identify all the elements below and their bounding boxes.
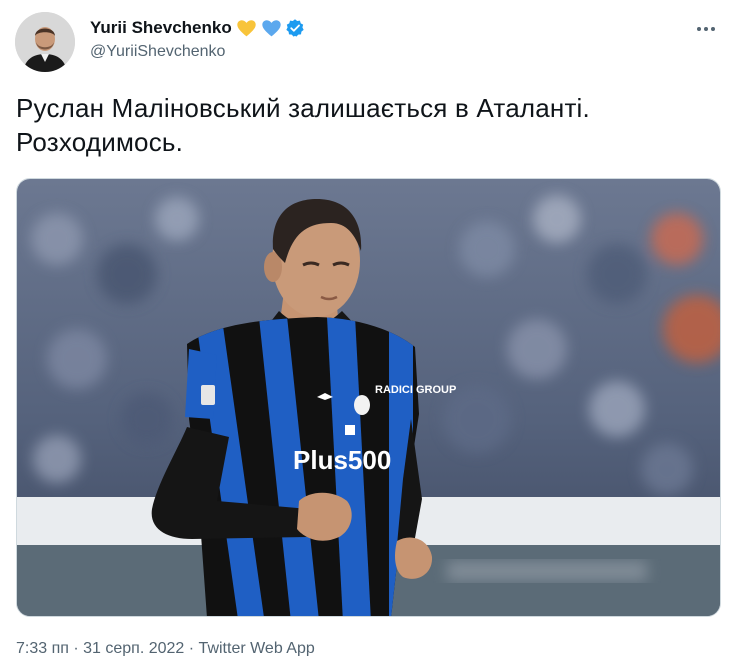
tweet: Yurii Shevchenko @YuriiShevchenko Руслан… — [0, 0, 742, 656]
tweet-header: Yurii Shevchenko @YuriiShevchenko — [15, 12, 726, 72]
avatar[interactable] — [15, 12, 75, 72]
tweet-text-line: Розходимось. — [16, 127, 184, 157]
yellow-heart-icon — [236, 18, 257, 39]
tweet-source[interactable]: Twitter Web App — [199, 640, 315, 656]
more-options-icon[interactable] — [692, 18, 720, 40]
tweet-time[interactable]: 7:33 пп — [16, 640, 69, 656]
verified-badge-icon[interactable] — [285, 18, 305, 38]
display-name-row: Yurii Shevchenko — [90, 15, 305, 41]
user-handle[interactable]: @YuriiShevchenko — [90, 43, 305, 61]
tweet-meta: 7:33 пп · 31 серп. 2022 · Twitter Web Ap… — [16, 640, 315, 656]
jersey-partner-text: RADICI GROUP — [375, 384, 456, 396]
tweet-text-line: Руслан Маліновський залишається в Аталан… — [16, 93, 590, 123]
tweet-photo[interactable]: Plus500 RADICI GROUP — [16, 178, 721, 617]
meta-separator: · — [68, 640, 84, 656]
display-name[interactable]: Yurii Shevchenko — [90, 18, 232, 38]
jersey-sponsor-text: Plus500 — [293, 445, 391, 475]
meta-separator: · — [184, 640, 199, 656]
tweet-text: Руслан Маліновський залишається в Аталан… — [16, 91, 716, 159]
blue-heart-icon — [261, 18, 282, 39]
author-names: Yurii Shevchenko @YuriiShevchenko — [90, 15, 305, 61]
tweet-date[interactable]: 31 серп. 2022 — [83, 640, 184, 656]
